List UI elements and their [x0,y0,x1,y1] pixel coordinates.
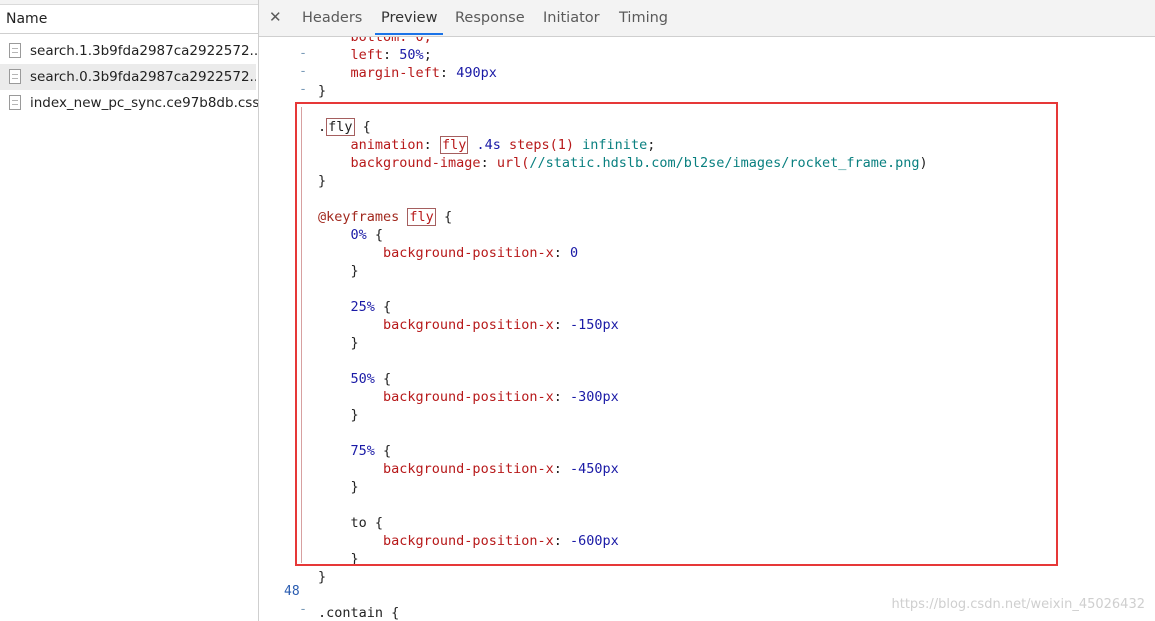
code-line: } [318,569,327,585]
css-preview-code[interactable]: - - - - 48 - bottom: 0; left: 50%; margi… [259,37,1155,621]
annotation-highlight-box [295,102,1058,566]
file-row-index-css[interactable]: index_new_pc_sync.ce97b8db.css [0,90,258,116]
tab-response[interactable]: Response [455,0,525,36]
document-icon [9,43,21,58]
gutter-dash: - [299,602,307,617]
tab-preview[interactable]: Preview [374,0,444,36]
close-icon[interactable]: ✕ [269,8,282,26]
network-request-list: Name search.1.3b9fda2987ca2922572... sea… [0,0,259,621]
tab-initiator[interactable]: Initiator [543,0,600,36]
gutter-dash: - [299,46,307,61]
file-name: search.1.3b9fda2987ca2922572... [30,43,258,59]
line-number: 48 [284,584,300,599]
file-row-search-0[interactable]: search.0.3b9fda2987ca2922572... [0,64,256,90]
code-line: left: 50%; [350,47,432,63]
gutter-dash: - [299,64,307,79]
document-icon [9,95,21,110]
tab-headers[interactable]: Headers [302,0,362,36]
file-name: search.0.3b9fda2987ca2922572... [30,69,256,85]
gutter-dash: - [277,37,307,43]
code-line: } [318,83,327,99]
code-line: bottom: 0; [350,37,432,45]
code-line: .contain { [318,605,400,621]
watermark: https://blog.csdn.net/weixin_45026432 [891,597,1145,612]
details-tab-bar: ✕ Headers Preview Response Initiator Tim… [259,0,1155,37]
gutter-dash: - [299,82,307,97]
file-name: index_new_pc_sync.ce97b8db.css [30,95,258,111]
document-icon [9,69,21,84]
tab-timing[interactable]: Timing [619,0,668,36]
code-line: margin-left: 490px [350,65,497,81]
file-row-search-1[interactable]: search.1.3b9fda2987ca2922572... [0,38,258,64]
name-column-header[interactable]: Name [0,5,258,34]
